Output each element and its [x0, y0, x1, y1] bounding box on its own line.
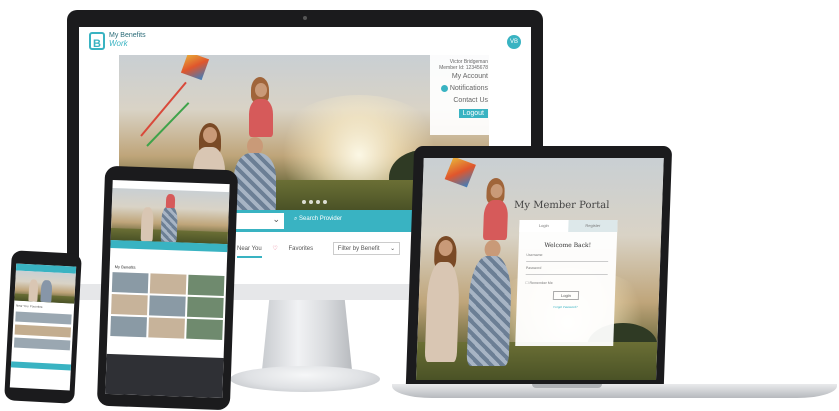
search-input[interactable]: ⌕ Search Provider	[294, 216, 342, 223]
camera-dot	[303, 16, 307, 20]
carousel-dots[interactable]	[302, 191, 330, 209]
man-figure	[234, 153, 276, 210]
filter-row: Near You ♡ Favorites Filter by Benefit ⌄	[237, 242, 409, 258]
phone: Near You Favorites	[4, 250, 82, 404]
benefit-tile[interactable]	[186, 318, 223, 340]
login-button[interactable]: Login	[552, 291, 580, 300]
tab-near-you[interactable]: Near You	[237, 246, 262, 258]
phone-hero-image	[14, 270, 76, 304]
remember-me-checkbox[interactable]: ☐ Remember Me	[525, 281, 607, 285]
my-account-link[interactable]: My Account	[430, 71, 488, 83]
avatar[interactable]: VB	[507, 35, 521, 49]
tab-register[interactable]: Register	[568, 220, 618, 232]
monitor-stand-neck	[262, 300, 352, 370]
notifications-badge	[440, 84, 448, 92]
phone-tab-favorites[interactable]: Favorites	[30, 304, 43, 309]
username-field[interactable]: Username	[526, 253, 609, 262]
portal-title: My Member Portal	[513, 200, 610, 211]
brand-logo-icon[interactable]: B	[89, 32, 105, 50]
tab-favorites[interactable]: ♡ Favorites	[272, 245, 322, 252]
laptop: My Member Portal Login Register Welcome …	[405, 146, 673, 386]
tablet-footer	[105, 353, 224, 398]
benefit-tile[interactable]	[187, 296, 224, 318]
welcome-heading: Welcome Back!	[544, 242, 592, 249]
benefit-tile[interactable]	[187, 274, 225, 296]
benefit-tile[interactable]	[110, 316, 147, 338]
phone-list	[13, 311, 72, 354]
heart-icon: ♡	[272, 246, 278, 252]
phone-section-bar	[10, 361, 72, 371]
phone-tab-near-you[interactable]: Near You	[16, 304, 29, 309]
chevron-down-icon: ⌄	[272, 214, 280, 224]
tablet: My Benefits	[96, 165, 239, 411]
brand-tagline: Work	[109, 39, 128, 48]
list-item[interactable]	[13, 337, 71, 351]
laptop-screen: My Member Portal Login Register Welcome …	[416, 158, 664, 380]
kite-icon	[444, 158, 476, 188]
list-item[interactable]	[14, 324, 72, 338]
device-mockup: B My Benefits Work VB Victor Bridgeman M…	[0, 0, 839, 411]
filter-by-benefit-dropdown[interactable]: Filter by Benefit ⌄	[332, 242, 401, 255]
monitor-stand-base	[230, 366, 380, 392]
benefit-tile[interactable]	[149, 295, 186, 317]
tab-login[interactable]: Login	[519, 220, 569, 232]
girl-figure	[249, 99, 273, 137]
kite-icon	[180, 55, 210, 81]
brand-logo-text[interactable]: My Benefits Work	[109, 32, 146, 48]
forgot-password-link[interactable]: Forgot Password?	[516, 305, 614, 309]
benefit-tiles	[110, 272, 225, 340]
phone-tabs: Near You Favorites	[16, 304, 43, 309]
benefit-tile[interactable]	[148, 317, 185, 339]
contact-us-link[interactable]: Contact Us	[430, 95, 488, 107]
account-panel: Victor Bridgeman Member Id: 12345678 My …	[430, 55, 492, 135]
logout-button[interactable]: Logout	[458, 109, 488, 118]
password-field[interactable]: Password	[525, 266, 608, 275]
laptop-base	[392, 384, 837, 398]
phone-screen: Near You Favorites	[9, 263, 77, 391]
site-header: B My Benefits Work VB	[79, 27, 531, 55]
login-card: Login Register Welcome Back! Username Pa…	[515, 220, 618, 346]
benefit-tile[interactable]	[111, 294, 148, 316]
benefit-tile[interactable]	[149, 273, 187, 295]
benefit-tile[interactable]	[111, 272, 149, 294]
notifications-link[interactable]: Notifications	[430, 83, 488, 95]
tablet-section-title: My Benefits	[114, 264, 136, 270]
list-item[interactable]	[15, 311, 72, 325]
tablet-screen: My Benefits	[105, 180, 230, 398]
tablet-hero-image	[110, 188, 230, 245]
